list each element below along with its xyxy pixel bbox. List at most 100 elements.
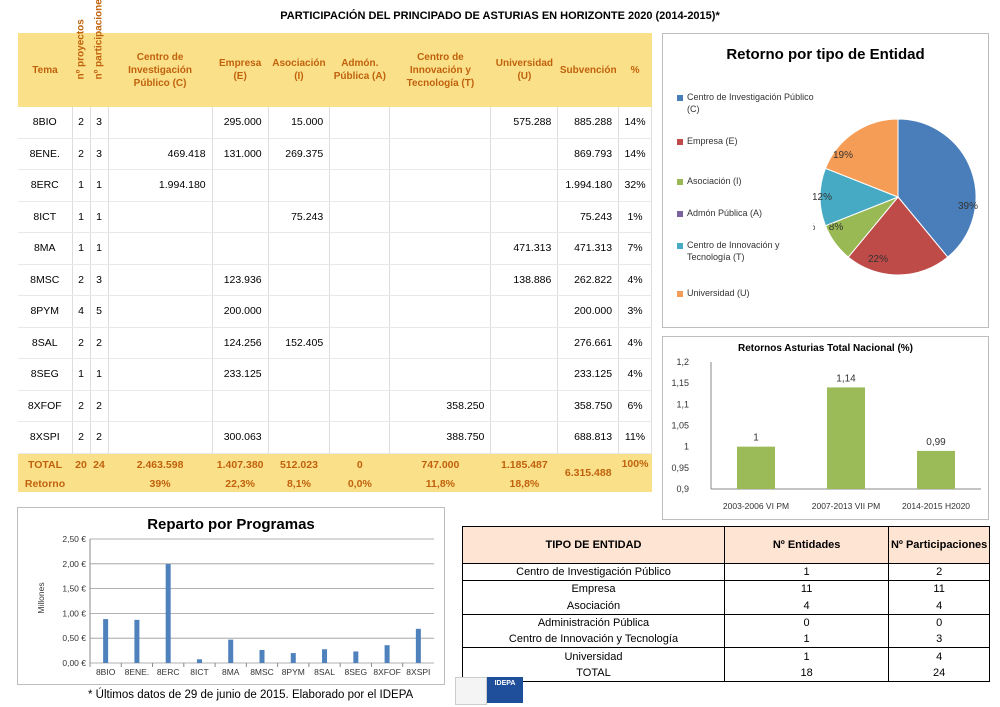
bar xyxy=(103,619,109,663)
table-cell xyxy=(490,327,559,359)
table-cell xyxy=(268,264,331,296)
bar xyxy=(165,564,171,663)
table-cell: 8MSC xyxy=(18,264,73,296)
x-tick-label: 8XFOF xyxy=(373,667,400,677)
x-tick-label: 8MA xyxy=(222,667,240,677)
bar xyxy=(415,628,421,663)
x-tick-label: 8ICT xyxy=(190,667,208,677)
table-row: Asociación 4 4 xyxy=(462,597,990,615)
table-cell xyxy=(490,358,559,391)
table-cell xyxy=(490,201,559,233)
table-row: Centro de Innovación y Tecnología 1 3 xyxy=(462,631,990,648)
footnote: * Últimos datos de 29 de junio de 2015. … xyxy=(88,689,414,701)
bar xyxy=(259,649,265,663)
column-header: Centro de Innovación y Tecnología (T) xyxy=(389,33,491,107)
pie-slice-label: 22% xyxy=(868,254,888,265)
y-tick-label: 1,50 € xyxy=(62,584,86,594)
table-cell: 269.375 xyxy=(268,138,331,170)
x-tick-label: 8SAL xyxy=(314,667,335,677)
table-cell xyxy=(329,201,391,233)
table-cell: 152.405 xyxy=(268,327,331,359)
table-cell xyxy=(490,390,559,422)
y-tick-label: 1,15 xyxy=(671,378,689,388)
column-header: Nº Entidades xyxy=(723,526,890,564)
government-logo xyxy=(455,677,487,705)
table-cell xyxy=(108,327,213,359)
table-cell: 15.000 xyxy=(268,107,331,139)
table-cell: 1 xyxy=(90,232,109,265)
legend-label: Admón Pública (A) xyxy=(687,208,763,218)
table-cell: 124.256 xyxy=(212,327,269,359)
legend-swatch xyxy=(677,95,683,101)
retorno-cell: 11,8% xyxy=(389,475,491,492)
table-cell xyxy=(268,358,331,391)
table-cell: 11 xyxy=(888,580,990,598)
table-cell xyxy=(268,232,331,265)
table-cell: 14% xyxy=(618,107,652,139)
total-cell: 100% xyxy=(618,453,652,476)
table-row: 8SEG 1 1 233.125 233.125 4% xyxy=(18,358,652,391)
returns-chart-panel: Retornos Asturias Total Nacional (%) 0,9… xyxy=(662,336,989,520)
table-cell xyxy=(329,138,391,170)
table-cell: 0 xyxy=(723,613,890,632)
retorno-cell xyxy=(618,475,652,492)
table-cell: 8BIO xyxy=(18,107,73,139)
table-cell: 2 xyxy=(72,264,91,296)
table-cell: 388.750 xyxy=(389,421,492,454)
legend-label: Empresa (E) xyxy=(687,136,738,146)
table-cell: 14% xyxy=(618,138,652,170)
table-cell: 8ERC xyxy=(18,169,73,202)
total-cell: 512.023 xyxy=(268,453,330,476)
table-cell: 3 xyxy=(90,138,109,170)
bar-value-label: 1,14 xyxy=(836,373,856,384)
y-tick-label: 0,9 xyxy=(676,484,689,494)
column-header: nº participaciones xyxy=(90,0,108,107)
table-cell: 11% xyxy=(618,421,652,454)
table-cell: 1 xyxy=(72,201,91,233)
legend-label: Centro de Innovación y Tecnología (T) xyxy=(687,240,780,262)
total-row: TOTAL 20 24 2.463.598 1.407.380 512.023 0 747.0… xyxy=(18,453,652,492)
table-cell: 4% xyxy=(618,327,652,359)
table-cell: 200.000 xyxy=(557,295,620,328)
bar xyxy=(917,450,955,489)
y-tick-label: 0,95 xyxy=(671,463,689,473)
table-cell xyxy=(212,390,269,422)
programs-chart-panel: Reparto por Programas 0,00 €0,50 €1,00 €… xyxy=(17,507,445,685)
table-cell: 3 xyxy=(888,631,990,648)
table-row: 8XFOF 2 2 358.250 358.750 6% xyxy=(18,390,652,422)
table-cell: 8SAL xyxy=(18,327,73,359)
total-cell: TOTAL xyxy=(18,453,72,476)
table-cell: 2 xyxy=(72,107,91,139)
table-cell: 2 xyxy=(72,327,91,359)
retorno-cell xyxy=(90,475,108,492)
table-cell: 3 xyxy=(90,264,109,296)
x-tick-label: 8XSPI xyxy=(406,667,430,677)
table-cell: 18 xyxy=(723,664,890,683)
page-title: PARTICIPACIÓN DEL PRINCIPADO DE ASTURIAS… xyxy=(280,10,720,22)
table-cell xyxy=(490,138,559,170)
table-cell xyxy=(329,264,391,296)
legend-swatch xyxy=(677,243,683,249)
table-cell: 1 xyxy=(723,562,890,581)
idepa-logo: IDEPA xyxy=(487,677,523,703)
y-tick-label: 1,05 xyxy=(671,421,689,431)
table-cell: 138.886 xyxy=(490,264,559,296)
legend-label: Asociación (I) xyxy=(687,176,742,186)
table-cell xyxy=(389,232,492,265)
total-cell: 2.463.598 xyxy=(108,453,213,476)
table-cell xyxy=(329,327,391,359)
table-cell xyxy=(389,169,492,202)
pie-slice-label: 12% xyxy=(813,192,832,203)
table-cell: 2 xyxy=(90,327,109,359)
table-cell: 123.936 xyxy=(212,264,269,296)
column-header-label: nº participaciones xyxy=(93,0,105,79)
bar xyxy=(827,387,865,489)
bar-value-label: 0,99 xyxy=(926,437,946,448)
pie-legend: Centro de Investigación Público (C) Empre… xyxy=(677,92,817,322)
table-row: 8MSC 2 3 123.936 138.886 262.822 4% xyxy=(18,264,652,296)
bar xyxy=(196,659,202,663)
table-cell: 1 xyxy=(72,232,91,265)
table-cell: 358.250 xyxy=(389,390,492,422)
table-cell xyxy=(268,390,331,422)
table-cell: 4% xyxy=(618,358,652,391)
